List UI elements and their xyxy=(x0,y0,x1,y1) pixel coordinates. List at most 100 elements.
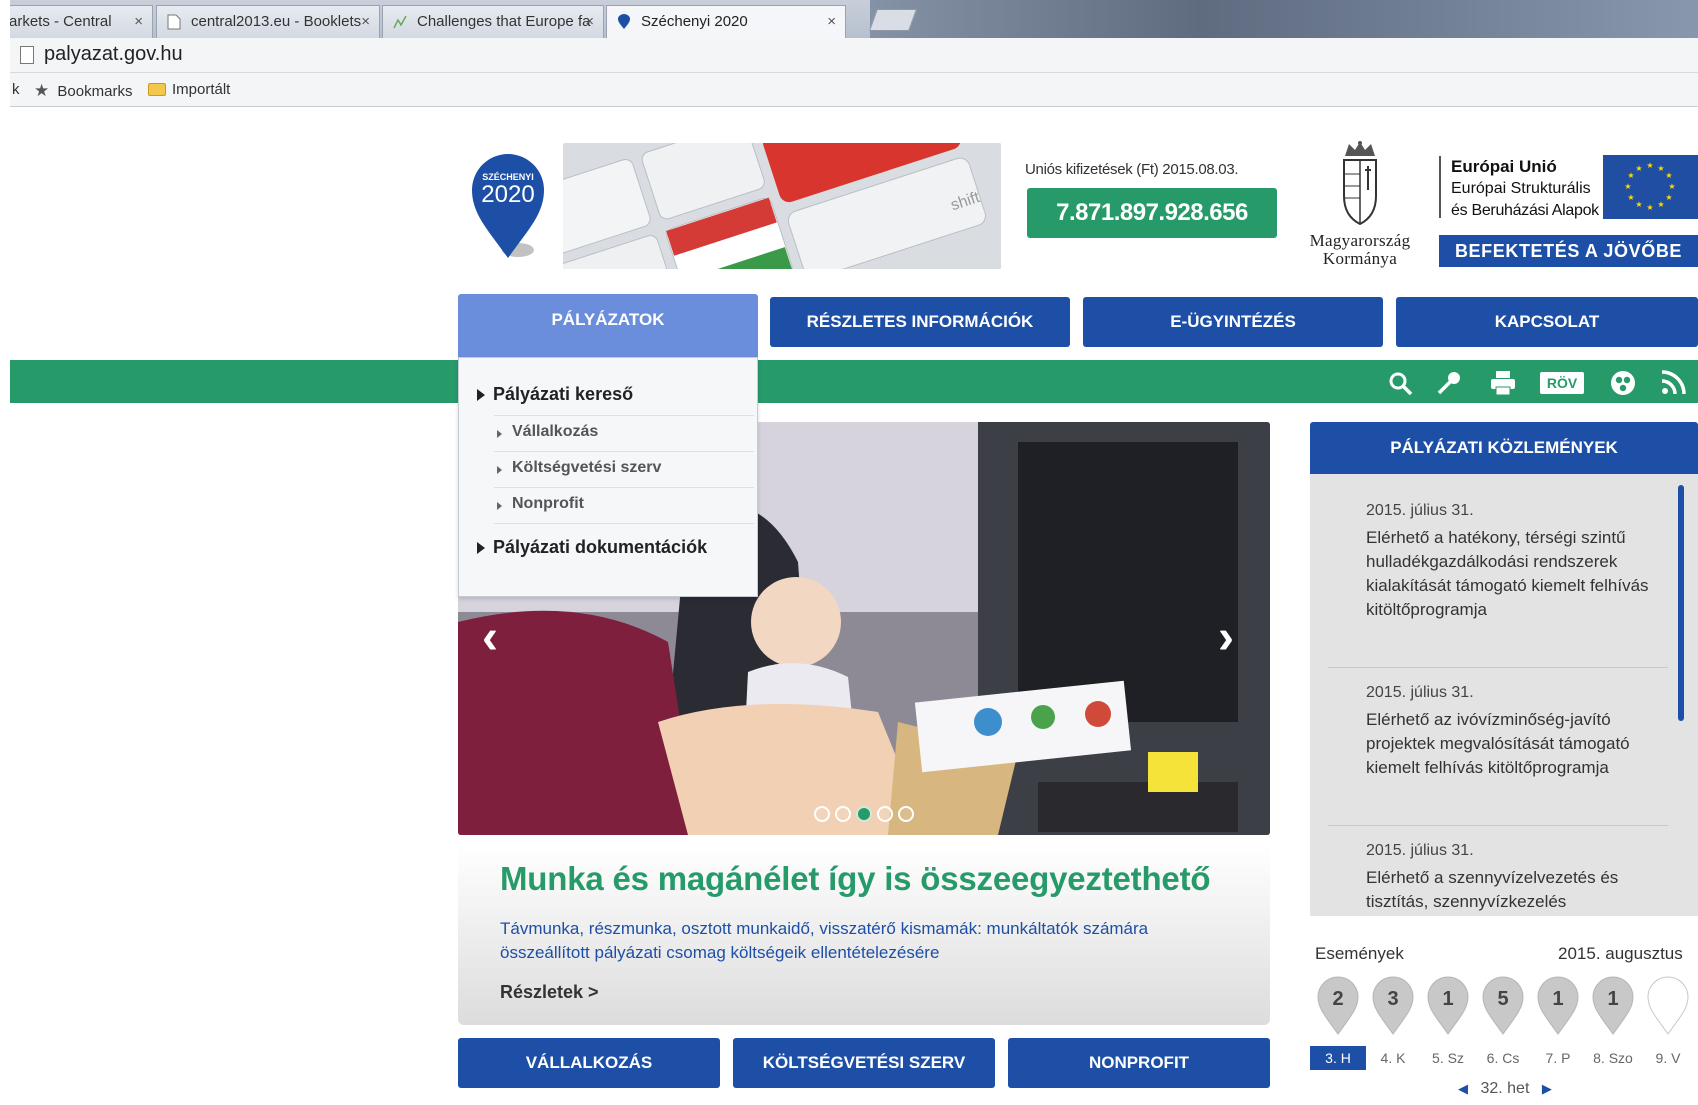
day-label[interactable]: 4. K xyxy=(1365,1046,1421,1070)
browser-tab-3[interactable]: Challenges that Europe fa × xyxy=(382,5,604,38)
menu-item-grant-search[interactable]: Pályázati kereső xyxy=(459,384,757,405)
category-button-budget-org[interactable]: KÖLTSÉGVETÉSI SZERV xyxy=(733,1038,995,1088)
eu-flag-icon: ★ ★★★ ★★★★ ★★★★ xyxy=(1603,155,1698,219)
svg-text:★: ★ xyxy=(1646,161,1653,170)
news-date: 2015. július 31. xyxy=(1366,684,1474,701)
news-scrollbar[interactable] xyxy=(1678,485,1684,721)
triangle-right-icon xyxy=(477,389,485,401)
day-label[interactable]: 3. H xyxy=(1310,1046,1366,1070)
search-icon[interactable] xyxy=(1387,370,1415,396)
menu-item-budget-org[interactable]: Költségvetési szerv xyxy=(459,459,757,477)
news-date: 2015. július 31. xyxy=(1366,842,1474,859)
new-tab-button[interactable] xyxy=(868,9,918,31)
news-text[interactable]: Elérhető a hatékony, térségi szintű hull… xyxy=(1366,526,1656,622)
slide-dot-2[interactable] xyxy=(835,806,851,822)
accessibility-icon[interactable] xyxy=(1609,370,1637,396)
menu-divider xyxy=(494,487,754,488)
slide-prev-arrow[interactable]: ‹ xyxy=(482,610,498,665)
star-icon: ★ xyxy=(34,81,50,100)
bookmarks-folder[interactable]: ★ Bookmarks xyxy=(34,81,132,101)
svg-text:★: ★ xyxy=(1624,182,1631,191)
rss-icon[interactable] xyxy=(1660,370,1688,396)
svg-text:★: ★ xyxy=(1635,200,1642,209)
svg-text:★: ★ xyxy=(1627,171,1634,180)
abbreviations-button[interactable]: RÖV xyxy=(1540,372,1584,394)
news-item[interactable]: 2015. július 31. Elérhető a szennyvízelv… xyxy=(1366,842,1656,914)
triangle-right-icon xyxy=(497,430,502,438)
bookmarks-bar: k ★ Bookmarks Importált xyxy=(10,73,1698,107)
eu-divider xyxy=(1439,156,1441,218)
news-heading: PÁLYÁZATI KÖZLEMÉNYEK xyxy=(1310,422,1698,474)
category-button-nonprofit[interactable]: NONPROFIT xyxy=(1008,1038,1270,1088)
nav-tab-palyazatok[interactable]: PÁLYÁZATOK xyxy=(458,294,758,358)
triangle-right-icon xyxy=(497,466,502,474)
week-label: 32. het xyxy=(1480,1080,1530,1097)
browser-tab-active[interactable]: Széchenyi 2020 × xyxy=(606,5,846,38)
idea-keyboard-banner: idea shift xyxy=(563,143,1001,269)
palyazatok-dropdown-menu: Pályázati kereső Vállalkozás Költségveté… xyxy=(458,357,758,597)
day-label[interactable]: 6. Cs xyxy=(1475,1046,1531,1070)
nav-tab-contact[interactable]: KAPCSOLAT xyxy=(1396,297,1698,347)
eu-payout-value: 7.871.897.928.656 xyxy=(1027,188,1277,238)
news-item[interactable]: 2015. július 31. Elérhető az ivóvízminős… xyxy=(1366,684,1656,780)
tab-title: arkets - Central xyxy=(10,13,112,30)
tab-title: Széchenyi 2020 xyxy=(641,13,748,30)
close-icon[interactable]: × xyxy=(134,6,143,38)
news-text[interactable]: Elérhető az ivóvízminőség-javító projekt… xyxy=(1366,708,1656,780)
browser-tab-strip: arkets - Central × central2013.eu - Book… xyxy=(10,0,1698,38)
day-label[interactable]: 8. Szo xyxy=(1585,1046,1641,1070)
invest-future-banner: BEFEKTETÉS A JÖVŐBE xyxy=(1439,235,1698,267)
close-icon[interactable]: × xyxy=(585,6,594,38)
menu-item-nonprofit[interactable]: Nonprofit xyxy=(459,495,757,513)
event-count: 1 xyxy=(1552,988,1564,1010)
day-label[interactable]: 7. P xyxy=(1530,1046,1586,1070)
triangle-right-icon xyxy=(497,502,502,510)
slide-next-arrow[interactable]: › xyxy=(1218,610,1234,665)
week-navigator: ◀ 32. het ▶ xyxy=(1458,1080,1552,1098)
event-count: 1 xyxy=(1607,988,1619,1010)
news-list[interactable]: 2015. július 31. Elérhető a hatékony, té… xyxy=(1310,474,1698,916)
event-pin-empty-icon[interactable] xyxy=(1646,976,1690,1036)
imported-folder[interactable]: Importált xyxy=(148,81,230,98)
event-count: 3 xyxy=(1387,988,1399,1010)
menu-item-label: Pályázati kereső xyxy=(493,384,634,404)
day-label[interactable]: 5. Sz xyxy=(1420,1046,1476,1070)
close-icon[interactable]: × xyxy=(361,6,370,38)
event-count: 2 xyxy=(1332,988,1344,1010)
government-name: Magyarország Kormánya xyxy=(1290,232,1430,268)
menu-item-label: Költségvetési szerv xyxy=(512,459,662,476)
menu-item-grant-docs[interactable]: Pályázati dokumentációk xyxy=(459,537,757,558)
address-bar[interactable]: palyazat.gov.hu xyxy=(10,38,1698,73)
slide-dot-4[interactable] xyxy=(877,806,893,822)
details-link[interactable]: Részletek > xyxy=(500,982,599,1003)
svg-text:★: ★ xyxy=(1657,164,1664,173)
login-key-icon[interactable] xyxy=(1435,370,1463,396)
close-icon[interactable]: × xyxy=(827,6,836,38)
slide-dot-3-active[interactable] xyxy=(856,806,872,822)
nav-tab-details[interactable]: RÉSZLETES INFORMÁCIÓK xyxy=(770,297,1070,347)
feature-description: Távmunka, részmunka, osztott munkaidő, v… xyxy=(500,919,1149,962)
tab-title: central2013.eu - Booklets xyxy=(191,13,362,30)
events-month: 2015. augusztus xyxy=(1558,944,1683,963)
browser-tab-1[interactable]: arkets - Central × xyxy=(10,5,153,38)
slide-dot-5[interactable] xyxy=(898,806,914,822)
next-week-arrow[interactable]: ▶ xyxy=(1542,1081,1552,1096)
keyboard-image: idea shift xyxy=(563,143,1001,269)
nav-tab-e-administration[interactable]: E-ÜGYINTÉZÉS xyxy=(1083,297,1383,347)
menu-item-enterprise[interactable]: Vállalkozás xyxy=(459,423,757,441)
slide-dot-1[interactable] xyxy=(814,806,830,822)
menu-item-label: Nonprofit xyxy=(512,495,584,512)
category-button-enterprise[interactable]: VÁLLALKOZÁS xyxy=(458,1038,720,1088)
szechenyi-pin-favicon-icon xyxy=(618,14,630,29)
browser-tab-2[interactable]: central2013.eu - Booklets × xyxy=(156,5,380,38)
news-text[interactable]: Elérhető a szennyvízelvezetés és tisztít… xyxy=(1366,866,1656,914)
bookmark-truncated[interactable]: k xyxy=(12,81,20,98)
feature-title[interactable]: Munka és magánélet így is összeegyezteth… xyxy=(500,860,1211,898)
url-text[interactable]: palyazat.gov.hu xyxy=(44,43,183,66)
day-label[interactable]: 9. V xyxy=(1640,1046,1696,1070)
prev-week-arrow[interactable]: ◀ xyxy=(1458,1081,1468,1096)
szechenyi-2020-logo[interactable]: SZÉCHENYI 2020 xyxy=(470,150,546,260)
svg-text:★: ★ xyxy=(1668,182,1675,191)
print-icon[interactable] xyxy=(1489,370,1517,396)
news-item[interactable]: 2015. július 31. Elérhető a hatékony, té… xyxy=(1366,502,1656,622)
